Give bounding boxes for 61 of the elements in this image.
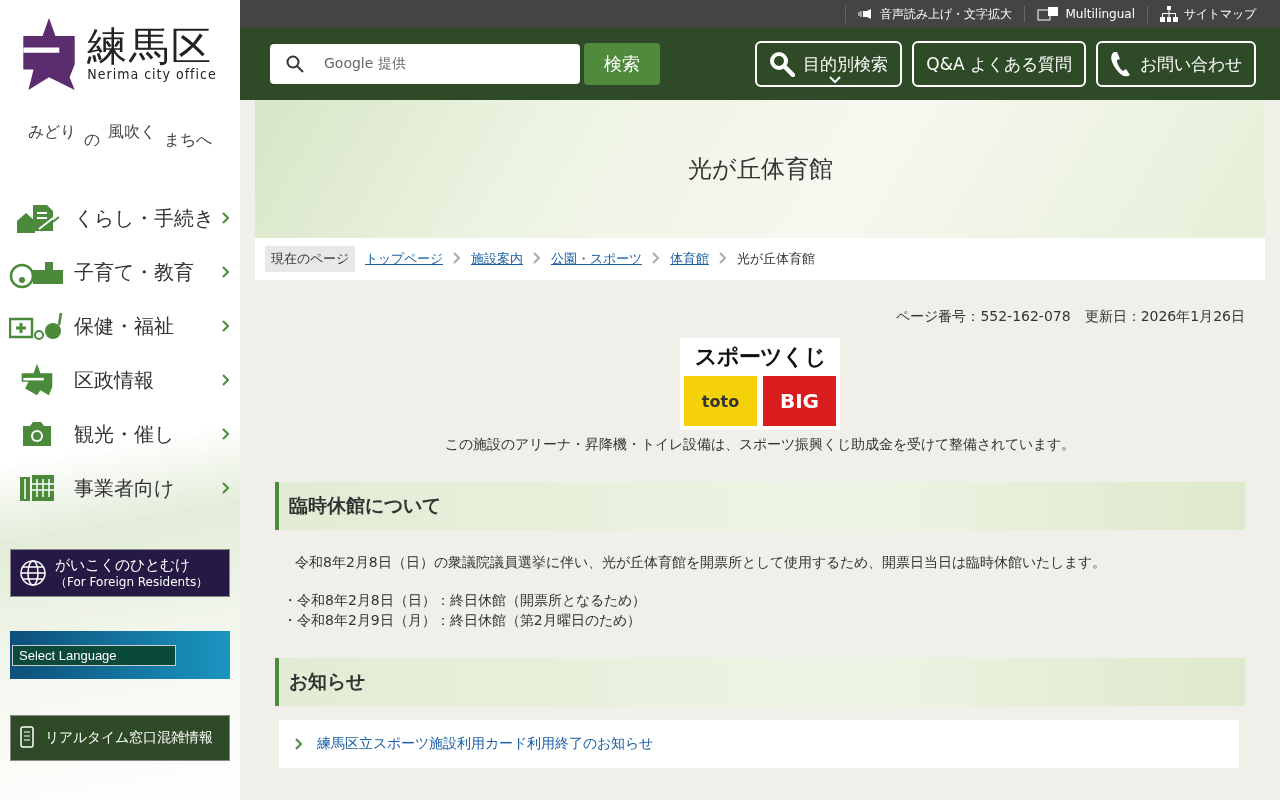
- realtime-congestion-banner[interactable]: リアルタイム窓口混雑情報: [10, 715, 230, 761]
- grant-note: この施設のアリーナ・昇降機・トイレ設備は、スポーツ振興くじ助成金を受けて整備されています。: [445, 436, 1075, 454]
- nav-menu-item[interactable]: 区政情報: [0, 353, 240, 407]
- closure-item: ・令和8年2月8日（日）：終日休館（開票所となるため）: [283, 592, 647, 610]
- slogan-text: 風吹く: [108, 122, 156, 143]
- section-heading: お知らせ: [275, 658, 1245, 706]
- section-heading: 臨時休館について: [275, 482, 1245, 530]
- search-button[interactable]: 検索: [584, 43, 660, 85]
- sports-lottery-logo: スポーツくじ toto BIG: [680, 338, 840, 430]
- page-meta: ページ番号：552-162-078 更新日：2026年1月26日: [896, 308, 1245, 326]
- nav-menu-item[interactable]: 事業者向け: [0, 461, 240, 515]
- logo-title: 練馬区: [87, 26, 214, 66]
- breadcrumb-label: 現在のページ: [265, 246, 355, 272]
- emblem-icon: [20, 363, 54, 397]
- chevron-icon: [222, 374, 230, 386]
- utility-link[interactable]: サイトマップ: [1147, 5, 1268, 23]
- breadcrumb-link[interactable]: 公園・スポーツ: [551, 250, 642, 268]
- camera-icon: [21, 420, 53, 448]
- chevron-icon: [652, 251, 660, 264]
- breadcrumb-link[interactable]: トップページ: [365, 250, 443, 268]
- nav-menu-item[interactable]: くらし・手続き: [0, 191, 240, 245]
- breadcrumb-link[interactable]: 施設案内: [471, 250, 523, 268]
- search-icon: [286, 55, 304, 73]
- chevron-icon: [222, 212, 230, 224]
- caret-icon: [828, 76, 841, 84]
- closure-item: ・令和8年2月9日（月）：終日休館（第2月曜日のため）: [283, 612, 642, 630]
- header-button[interactable]: 目的別検索: [755, 41, 903, 87]
- chevron-icon: [222, 428, 230, 440]
- header-button[interactable]: Q&A よくある質問: [912, 41, 1086, 87]
- notice-paragraph: 令和8年2月8日（日）の衆議院議員選挙に伴い、光が丘体育館を開票所として使用するため、開票日当日は臨時休館いたします。: [295, 554, 1107, 572]
- language-select[interactable]: Select Language: [12, 644, 176, 666]
- phone-icon: [1110, 51, 1132, 77]
- chevron-icon: [222, 482, 230, 494]
- page-title: 光が丘体育館: [255, 100, 1265, 238]
- chevron-icon: [533, 251, 541, 264]
- slogan-text: の: [84, 130, 100, 151]
- utility-link[interactable]: 音声読み上げ・文字拡大: [845, 5, 1025, 23]
- chevron-icon: [295, 738, 303, 750]
- breadcrumb-link[interactable]: 体育館: [670, 250, 709, 268]
- nav-menu-item[interactable]: 子育て・教育: [0, 245, 240, 299]
- building-icon: [20, 475, 54, 501]
- header-button[interactable]: お問い合わせ: [1096, 41, 1256, 87]
- search-icon: [769, 51, 796, 77]
- breadcrumb-current: 光が丘体育館: [737, 250, 815, 268]
- slogan-text: みどり: [28, 122, 76, 143]
- search-field[interactable]: Google 提供: [270, 44, 580, 84]
- slogan-text: まちへ: [164, 130, 212, 151]
- translate-icon: [1037, 6, 1060, 22]
- nav-menu-item[interactable]: 保健・福祉: [0, 299, 240, 353]
- emblem-logo-icon: [23, 18, 76, 90]
- notice-link[interactable]: 練馬区立スポーツ施設利用カード利用終了のお知らせ: [279, 720, 1239, 768]
- utility-link[interactable]: Multilingual: [1024, 6, 1147, 22]
- chevron-icon: [222, 320, 230, 332]
- foreign-residents-banner[interactable]: がいこくのひとむけ （For Foreign Residents）: [10, 549, 230, 597]
- nav-menu-item[interactable]: 観光・催し: [0, 407, 240, 461]
- chevron-icon: [453, 251, 461, 264]
- chevron-icon: [719, 251, 727, 264]
- sitemap-icon: [1160, 6, 1178, 22]
- globe-icon: [19, 559, 47, 587]
- chevron-icon: [222, 266, 230, 278]
- logo-subtitle: Nerima city office: [87, 66, 217, 82]
